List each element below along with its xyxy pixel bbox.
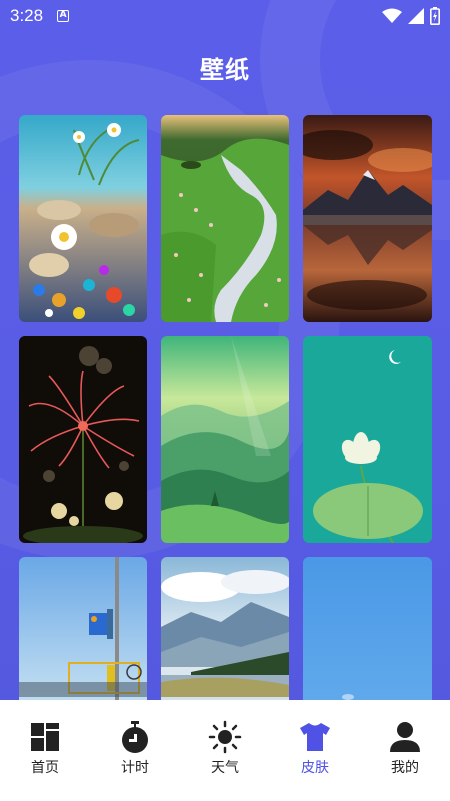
wallpaper-tile-green-misty-hills[interactable] <box>161 336 289 543</box>
shirt-icon <box>300 723 330 751</box>
wallpaper-image-mountain-lake-sunset <box>303 115 432 322</box>
wallpaper-image-blue-sky <box>303 557 432 700</box>
battery-icon <box>430 7 440 25</box>
timer-icon <box>122 721 148 753</box>
nav-item-timer[interactable]: 计时 <box>100 720 170 801</box>
nav-label-skin: 皮肤 <box>301 760 329 776</box>
signal-icon <box>408 8 424 24</box>
wallpaper-tile-street-signal[interactable] <box>19 557 147 700</box>
wallpaper-tile-mountain-lake-sunset[interactable] <box>303 115 432 322</box>
wallpaper-image-daisies-beach <box>19 115 147 322</box>
wallpaper-tile-white-lotus[interactable] <box>303 336 432 543</box>
wallpaper-image-red-spider-lily <box>19 336 147 543</box>
wallpaper-tile-cloudy-mountains[interactable] <box>161 557 289 700</box>
nav-item-mine[interactable]: 我的 <box>370 720 440 801</box>
nav-label-mine: 我的 <box>391 760 419 776</box>
wallpaper-image-cloudy-mountains <box>161 557 289 700</box>
nav-label-home: 首页 <box>31 760 59 776</box>
user-icon <box>390 722 420 752</box>
status-time: 3:28 <box>10 6 44 25</box>
wallpaper-tile-mountain-stream[interactable] <box>161 115 289 322</box>
nav-item-home[interactable]: 首页 <box>10 720 80 801</box>
nav-item-weather[interactable]: 天气 <box>190 720 260 801</box>
nav-label-weather: 天气 <box>211 760 239 776</box>
status-bar: 3:28 A <box>0 0 450 32</box>
wifi-icon <box>382 8 402 23</box>
notification-app-icon: A <box>57 10 70 22</box>
bottom-nav: 首页 计时 天气 皮肤 我的 <box>0 700 450 801</box>
wallpaper-image-white-lotus <box>303 336 432 543</box>
wallpaper-grid <box>19 115 432 700</box>
wallpaper-image-mountain-stream <box>161 115 289 322</box>
wallpaper-tile-daisies-beach[interactable] <box>19 115 147 322</box>
wallpaper-tile-blue-sky[interactable] <box>303 557 432 700</box>
status-icons <box>382 7 440 25</box>
wallpaper-image-green-misty-hills <box>161 336 289 543</box>
wallpaper-tile-red-spider-lily[interactable] <box>19 336 147 543</box>
home-grid-icon <box>31 723 59 751</box>
wallpaper-image-street-signal <box>19 557 147 700</box>
sun-icon <box>208 720 242 754</box>
nav-label-timer: 计时 <box>121 760 149 776</box>
nav-item-skin[interactable]: 皮肤 <box>280 720 350 801</box>
page-title: 壁纸 <box>200 56 250 84</box>
